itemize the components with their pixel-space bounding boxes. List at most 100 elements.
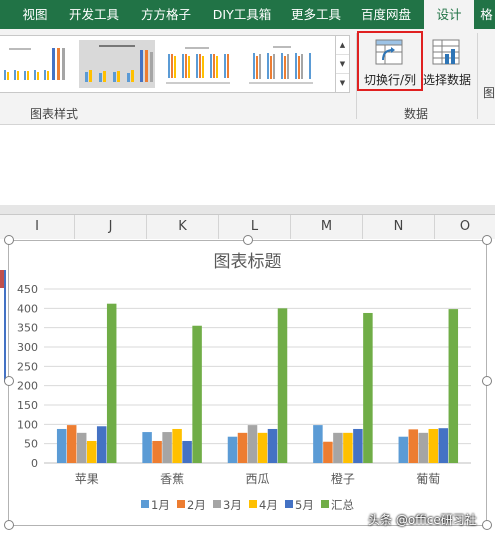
tab-design[interactable]: 设计 bbox=[424, 0, 474, 30]
tab-view[interactable]: 视图 bbox=[13, 0, 57, 29]
chart-object[interactable]: 图表标题 0 50 100 150 200 250 300 350 400 450 苹果 香蕉 西瓜 橙子 葡… bbox=[8, 240, 487, 526]
bar-2月-橙子 bbox=[323, 441, 333, 463]
x-tick-label: 橙子 bbox=[331, 471, 355, 486]
y-tick-label: 450 bbox=[17, 283, 38, 296]
column-header-N[interactable]: N bbox=[363, 215, 435, 239]
legend-swatch-2月 bbox=[177, 500, 185, 508]
column-header-L[interactable]: L bbox=[219, 215, 291, 239]
gallery-scroll-up-icon[interactable]: ▲ bbox=[336, 36, 349, 55]
y-tick-label: 300 bbox=[17, 341, 38, 354]
bar-3月-橙子 bbox=[333, 432, 343, 463]
legend-label-4月: 4月 bbox=[259, 498, 278, 512]
tab-format[interactable]: 格 bbox=[478, 0, 495, 29]
x-tick-label: 葡萄 bbox=[416, 472, 440, 486]
column-header-J[interactable]: J bbox=[75, 215, 147, 239]
chart-style-thumb-3[interactable] bbox=[160, 40, 236, 88]
tab-fangfang[interactable]: 方方格子 bbox=[134, 0, 198, 29]
bar-3月-香蕉 bbox=[162, 432, 172, 463]
chart-style-thumb-2[interactable] bbox=[79, 40, 155, 88]
bar-1月-香蕉 bbox=[142, 432, 152, 463]
bar-2月-西瓜 bbox=[237, 432, 248, 463]
resize-handle-top-right[interactable] bbox=[482, 235, 492, 245]
bar-5月-葡萄 bbox=[438, 428, 449, 463]
bar-4月-香蕉 bbox=[172, 428, 182, 463]
bar-1月-橙子 bbox=[313, 425, 323, 463]
data-group-label: 数据 bbox=[404, 107, 429, 121]
chart-style-gallery bbox=[0, 35, 336, 93]
y-tick-label: 250 bbox=[17, 360, 38, 373]
y-tick-label: 0 bbox=[31, 457, 38, 470]
legend-swatch-3月 bbox=[213, 500, 221, 508]
bar-1月-苹果 bbox=[56, 428, 67, 463]
switch-row-column-highlight bbox=[357, 31, 423, 91]
legend-label-1月: 1月 bbox=[151, 498, 170, 512]
bar-2月-苹果 bbox=[66, 425, 77, 463]
tab-diy-toolbox[interactable]: DIY工具箱 bbox=[205, 0, 279, 29]
bar-3月-葡萄 bbox=[418, 432, 429, 463]
bar-3月-西瓜 bbox=[247, 425, 258, 463]
select-data-icon bbox=[432, 39, 460, 65]
legend-swatch-汇总 bbox=[321, 500, 329, 508]
bar-4月-橙子 bbox=[343, 432, 353, 463]
ribbon-tab-bar: 视图 开发工具 方方格子 DIY工具箱 更多工具 百度网盘 设计 格 bbox=[0, 0, 495, 30]
column-chart: 图表标题 0 50 100 150 200 250 300 350 400 450 苹果 香蕉 西瓜 橙子 葡… bbox=[17, 252, 471, 512]
resize-handle-bottom-right[interactable] bbox=[482, 520, 492, 530]
x-tick-label: 西瓜 bbox=[245, 472, 269, 486]
x-tick-label: 苹果 bbox=[75, 472, 99, 486]
select-data-label: 选择数据 bbox=[423, 73, 472, 87]
resize-handle-right[interactable] bbox=[482, 376, 492, 386]
y-tick-label: 200 bbox=[17, 380, 38, 393]
resize-handle-top[interactable] bbox=[243, 235, 253, 245]
legend-swatch-1月 bbox=[141, 500, 149, 508]
y-tick-label: 150 bbox=[17, 399, 38, 412]
tab-more-tools[interactable]: 更多工具 bbox=[285, 0, 347, 29]
bar-5月-西瓜 bbox=[267, 428, 278, 463]
y-tick-label: 350 bbox=[17, 322, 38, 335]
chart-style-thumb-1[interactable] bbox=[0, 40, 76, 88]
tab-baidu-netdisk[interactable]: 百度网盘 bbox=[354, 0, 418, 29]
resize-handle-top-left[interactable] bbox=[4, 235, 14, 245]
bar-4月-西瓜 bbox=[257, 432, 268, 463]
legend-swatch-4月 bbox=[249, 500, 257, 508]
select-data-button[interactable]: 选择数据 bbox=[423, 33, 471, 91]
y-tick-label: 400 bbox=[17, 302, 38, 315]
bar-5月-苹果 bbox=[96, 426, 107, 463]
column-header-K[interactable]: K bbox=[147, 215, 219, 239]
bar-1月-西瓜 bbox=[227, 436, 238, 463]
next-group-label: 图 bbox=[483, 86, 495, 100]
bar-汇总-香蕉 bbox=[192, 325, 202, 463]
formula-area bbox=[0, 125, 495, 205]
y-tick-label: 50 bbox=[24, 438, 38, 451]
bar-5月-香蕉 bbox=[182, 440, 192, 463]
gallery-scroll[interactable]: ▲ ▼ ▼ bbox=[335, 35, 350, 93]
tab-developer[interactable]: 开发工具 bbox=[62, 0, 126, 29]
legend-label-2月: 2月 bbox=[187, 498, 206, 512]
bar-2月-葡萄 bbox=[408, 429, 419, 463]
chart-styles-group-label: 图表样式 bbox=[30, 107, 79, 121]
legend-label-5月: 5月 bbox=[295, 498, 314, 512]
gallery-more-icon[interactable]: ▼ bbox=[336, 74, 349, 92]
gallery-scroll-down-icon[interactable]: ▼ bbox=[336, 55, 349, 74]
legend-label-汇总: 汇总 bbox=[331, 498, 354, 512]
bar-4月-苹果 bbox=[86, 440, 97, 463]
resize-handle-bottom-left[interactable] bbox=[4, 520, 14, 530]
chart-style-thumb-4[interactable] bbox=[243, 40, 319, 88]
source-range-marker bbox=[0, 270, 6, 382]
legend-swatch-5月 bbox=[285, 500, 293, 508]
column-header-M[interactable]: M bbox=[291, 215, 363, 239]
bar-汇总-葡萄 bbox=[448, 309, 459, 463]
bar-3月-苹果 bbox=[76, 432, 87, 463]
x-tick-label: 香蕉 bbox=[160, 472, 184, 486]
resize-handle-left[interactable] bbox=[4, 376, 14, 386]
bar-2月-香蕉 bbox=[152, 440, 162, 463]
watermark-text: 头条 @office研习社 bbox=[368, 513, 477, 527]
bar-汇总-苹果 bbox=[106, 303, 117, 463]
group-divider-2 bbox=[477, 33, 478, 119]
bar-5月-橙子 bbox=[353, 428, 363, 463]
bar-4月-葡萄 bbox=[428, 428, 439, 463]
legend-label-3月: 3月 bbox=[223, 498, 242, 512]
bar-汇总-橙子 bbox=[363, 312, 373, 463]
bar-汇总-西瓜 bbox=[277, 308, 288, 463]
y-tick-label: 100 bbox=[17, 418, 38, 431]
chart-title: 图表标题 bbox=[214, 252, 282, 272]
